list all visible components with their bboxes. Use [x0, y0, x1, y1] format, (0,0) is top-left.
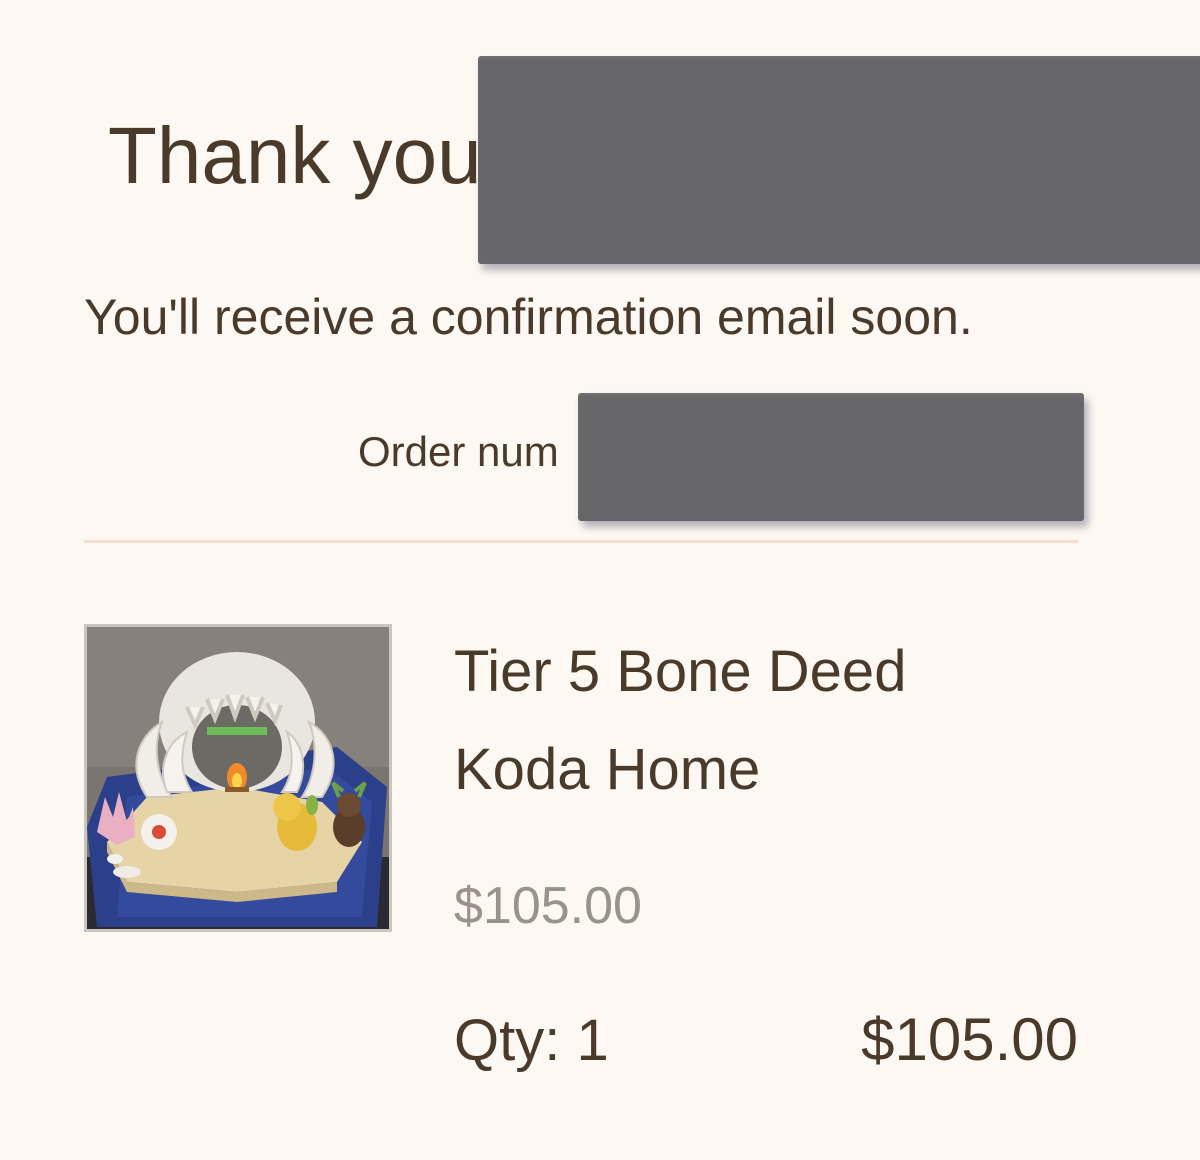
confirmation-message: You'll receive a confirmation email soon… [84, 289, 973, 345]
redaction-block-title [478, 56, 1200, 264]
unit-price: $105.00 [454, 877, 642, 935]
quantity: Qty: 1 [454, 1008, 609, 1073]
page-title: Thank you [108, 111, 482, 200]
divider [84, 540, 1078, 543]
product-thumbnail[interactable] [84, 624, 392, 932]
product-name: Tier 5 Bone Deed Koda Home [454, 640, 1014, 836]
product-name-line-2: Koda Home [454, 737, 761, 802]
line-total: $105.00 [861, 1006, 1078, 1073]
redaction-block-order-number [578, 393, 1084, 521]
order-number-label: Order num [358, 428, 559, 475]
product-name-line-1: Tier 5 Bone Deed [454, 639, 907, 704]
